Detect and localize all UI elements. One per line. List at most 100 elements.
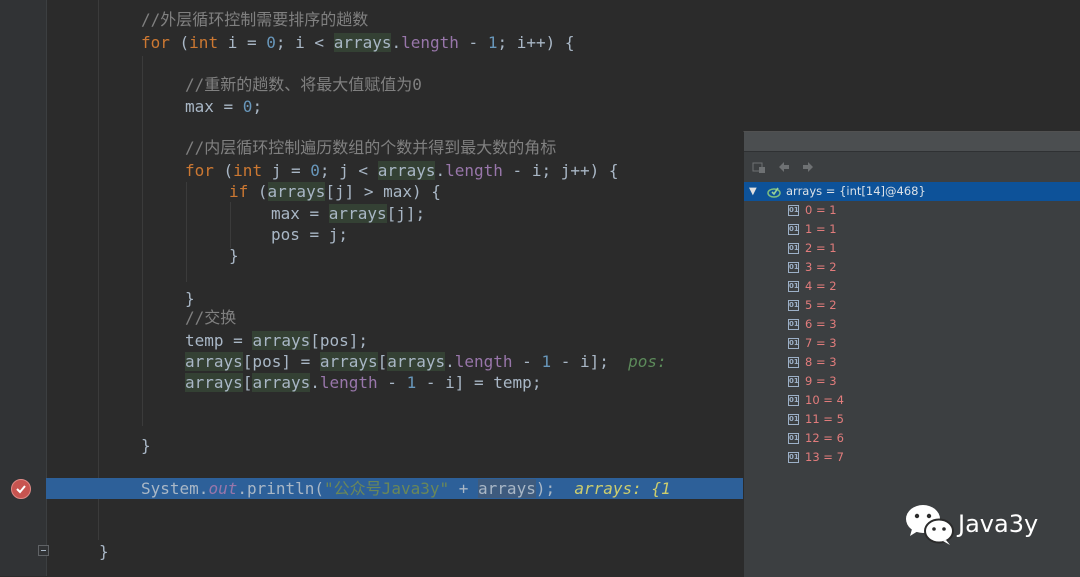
array-field-icon: 01 [788, 205, 799, 216]
code-token: - [458, 33, 488, 52]
code-token: //内层循环控制遍历数组的个数并得到最大数的角标 [185, 138, 557, 157]
tree-row-element[interactable]: 01 12 = 6 [744, 429, 1080, 448]
watermark: Java3y [904, 502, 1054, 548]
code-token: //交换 [185, 308, 237, 327]
tree-row-element[interactable]: 01 9 = 3 [744, 372, 1080, 391]
back-arrow-icon[interactable] [776, 159, 792, 175]
code-token: //重新的趟数、将最大值赋值为0 [185, 75, 422, 94]
code-line[interactable]: //重新的趟数、将最大值赋值为0 [46, 74, 1080, 95]
variable-token: arrays [319, 352, 378, 371]
code-token: . [310, 373, 320, 392]
code-token: [pos] = [242, 352, 320, 371]
gutter-ticks [0, 0, 4, 576]
tree-row-element[interactable]: 01 1 = 1 [744, 220, 1080, 239]
tree-row-element[interactable]: 01 7 = 3 [744, 334, 1080, 353]
code-text: temp = arrays[pos]; [185, 330, 368, 351]
code-line[interactable]: //外层循环控制需要排序的趟数 [46, 9, 1080, 30]
code-token: ( [169, 33, 190, 52]
code-token: //外层循环控制需要排序的趟数 [141, 10, 369, 29]
tree-row-element[interactable]: 01 13 = 7 [744, 448, 1080, 467]
editor-gutter [0, 0, 49, 576]
tree-row-arrays[interactable]: ▼ arrays = {int[14]@468} [744, 182, 1080, 201]
code-token: ; i < [275, 33, 334, 52]
element-label: 13 = 7 [805, 450, 844, 464]
code-token: ( [213, 161, 234, 180]
tree-row-element[interactable]: 01 3 = 2 [744, 258, 1080, 277]
tree-row-element[interactable]: 01 4 = 2 [744, 277, 1080, 296]
code-token: length [401, 33, 459, 52]
variable-token: arrays [387, 352, 446, 371]
array-field-icon: 01 [788, 376, 799, 387]
code-token: 0 [266, 33, 276, 52]
tree-row-element[interactable]: 01 8 = 3 [744, 353, 1080, 372]
code-token: 0 [310, 161, 320, 180]
code-token: . [435, 161, 446, 180]
tree-row-element[interactable]: 01 0 = 1 [744, 201, 1080, 220]
code-token: arrays: {1 [574, 479, 671, 498]
variable-token: arrays [252, 331, 311, 350]
element-label: 0 = 1 [805, 203, 837, 217]
code-token: [ [377, 352, 388, 371]
variables-tree: ▼ arrays = {int[14]@468} 01 0 = 1 01 1 = 10… [744, 182, 1080, 467]
breakpoint-check-icon[interactable] [11, 479, 31, 499]
forward-arrow-icon[interactable] [800, 159, 816, 175]
code-token: 1 [541, 352, 552, 371]
code-text: pos = j; [271, 224, 348, 245]
panel-toolbar [744, 152, 1080, 182]
code-line[interactable]: for (int i = 0; i < arrays.length - 1; i… [46, 32, 1080, 53]
array-field-icon: 01 [788, 433, 799, 444]
array-field-icon: 01 [788, 338, 799, 349]
panel-title-bar [744, 132, 1080, 152]
code-token: [ [242, 373, 253, 392]
element-label: 2 = 1 [805, 241, 837, 255]
array-field-icon: 01 [788, 281, 799, 292]
code-token: pos = j; [271, 225, 349, 244]
code-text: //内层循环控制遍历数组的个数并得到最大数的角标 [185, 137, 556, 158]
variable-token: arrays [377, 161, 436, 180]
code-token: if [229, 182, 249, 201]
code-token: for [141, 33, 170, 52]
code-token: ( [248, 182, 268, 201]
code-token: - i; j++) { [502, 161, 619, 180]
variable-token: arrays [328, 204, 387, 223]
element-label: 9 = 3 [805, 374, 837, 388]
code-token: pos: [628, 352, 667, 371]
code-token: int [233, 161, 263, 180]
code-token: for [185, 161, 214, 180]
code-text: max = 0; [185, 96, 262, 117]
code-token: [j]; [386, 204, 426, 223]
expand-arrow-icon[interactable]: ▼ [749, 182, 757, 201]
tree-row-element[interactable]: 01 2 = 1 [744, 239, 1080, 258]
code-text: } [185, 288, 195, 309]
code-text: max = arrays[j]; [271, 203, 425, 224]
tree-row-element[interactable]: 01 6 = 3 [744, 315, 1080, 334]
array-field-icon: 01 [788, 262, 799, 273]
array-field-icon: 01 [788, 452, 799, 463]
restore-layout-icon[interactable] [751, 159, 767, 175]
code-text: for (int i = 0; i < arrays.length - 1; i… [141, 32, 575, 53]
code-line[interactable]: max = 0; [46, 96, 1080, 117]
code-token: + [449, 479, 479, 498]
code-token: System. [141, 479, 209, 498]
tree-row-element[interactable]: 01 5 = 2 [744, 296, 1080, 315]
code-token: ; [252, 97, 263, 116]
array-field-icon: 01 [788, 243, 799, 254]
code-text: if (arrays[j] > max) { [229, 181, 441, 202]
code-token: [j] > max) { [325, 182, 441, 201]
array-field-icon: 01 [788, 319, 799, 330]
code-token: } [141, 436, 151, 455]
code-text: arrays[arrays.length - 1 - i] = temp; [185, 372, 541, 393]
element-label: 6 = 3 [805, 317, 837, 331]
array-field-icon: 01 [788, 357, 799, 368]
element-label: 5 = 2 [805, 298, 837, 312]
tree-row-element[interactable]: 01 10 = 4 [744, 391, 1080, 410]
variable-token: arrays [333, 33, 392, 52]
tree-row-element[interactable]: 01 11 = 5 [744, 410, 1080, 429]
variable-token: arrays [478, 479, 536, 498]
element-label: 11 = 5 [805, 412, 844, 426]
code-token: - i] = temp; [416, 373, 542, 392]
code-text: arrays[pos] = arrays[arrays.length - 1 -… [185, 351, 667, 372]
code-token: ; j < [319, 161, 378, 180]
code-text: //外层循环控制需要排序的趟数 [141, 9, 368, 30]
code-token: } [185, 289, 195, 308]
